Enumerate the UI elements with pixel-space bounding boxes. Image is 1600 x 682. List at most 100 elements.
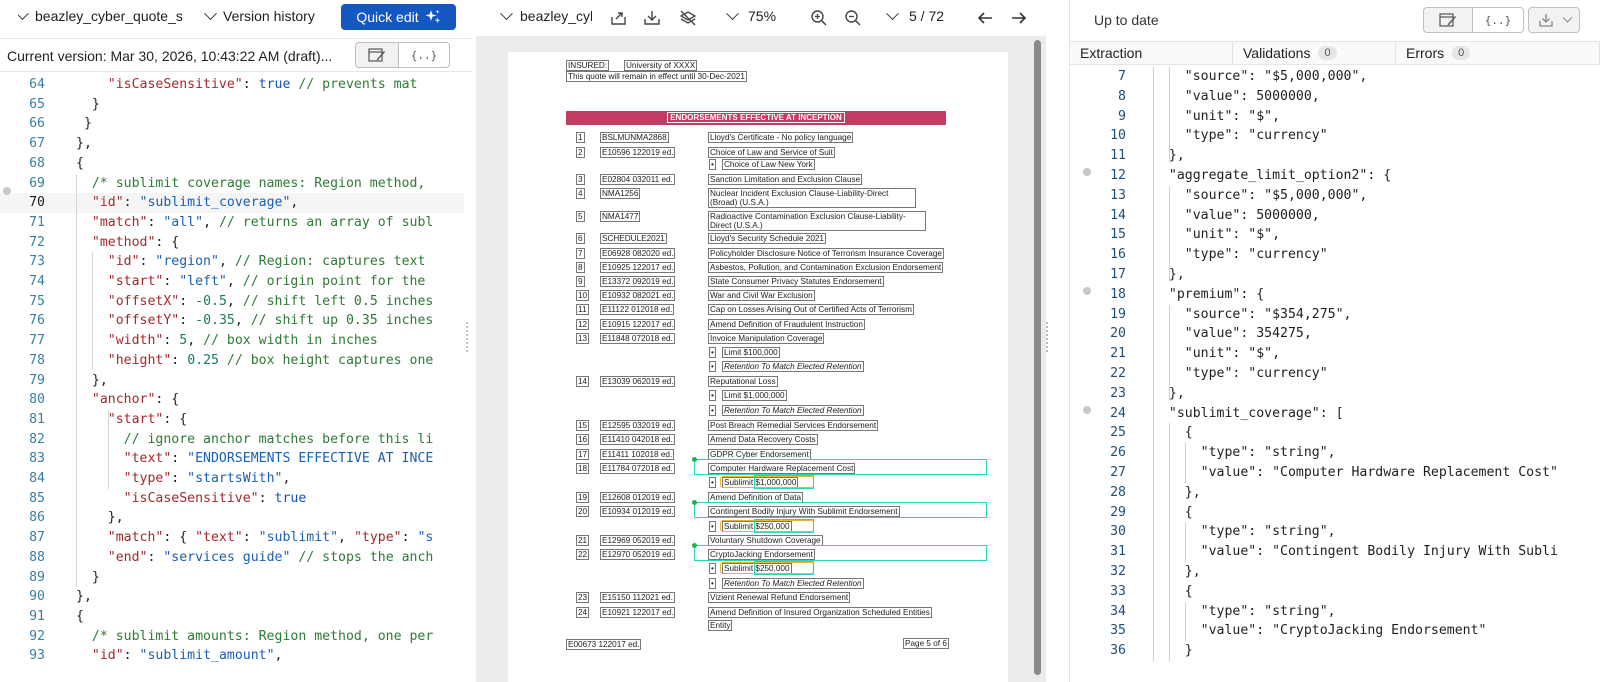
extraction-region-highlight[interactable] <box>694 545 987 561</box>
code-line: 86 }, <box>0 508 464 528</box>
footer-page-number: Page 5 of 6 <box>903 638 949 649</box>
download-icon <box>1538 14 1553 27</box>
json-text: "value": 354275, <box>1153 326 1312 342</box>
line-number: 8 <box>1118 88 1126 104</box>
json-line: 7 "source": "$5,000,000", <box>1070 67 1600 87</box>
file-name-dropdown[interactable]: beazley_cyber_quote_s <box>18 8 196 24</box>
indent-guide <box>108 409 109 489</box>
zoom-out-icon[interactable] <box>844 9 862 27</box>
endorsement-title: Limit $100,000 <box>722 347 780 358</box>
tab-extraction[interactable]: Extraction <box>1070 42 1233 64</box>
code-line: 69 /* sublimit coverage names: Region me… <box>0 174 464 194</box>
share-icon[interactable] <box>610 9 628 27</box>
code-line: 79 }, <box>0 371 464 391</box>
arrow-right-icon[interactable] <box>1010 9 1028 27</box>
json-line: 16 "type": "currency" <box>1070 245 1600 265</box>
code-text: "anchor": { <box>91 392 180 408</box>
zoom-in-icon[interactable] <box>810 9 828 27</box>
code-line: 78 "height": 0.25 // box height captures… <box>0 351 464 371</box>
json-line: 23 }, <box>1070 384 1600 404</box>
visual-view-toggle[interactable] <box>1423 7 1473 33</box>
page-dropdown[interactable]: 5 / 72 <box>886 6 944 24</box>
code-text: "isCaseSensitive": true // prevents mat <box>107 77 418 92</box>
endorsement-title: Lloyd's Certificate - No policy language <box>708 132 854 143</box>
result-tabs: Extraction Validations 0 Errors 0 <box>1070 41 1600 65</box>
visual-editor-toggle[interactable] <box>355 42 399 68</box>
viewer-scrollbar[interactable] <box>1034 40 1041 675</box>
line-number: 34 <box>1110 603 1126 619</box>
indent-guide <box>1169 67 1170 162</box>
hide-layers-icon[interactable] <box>679 9 697 27</box>
version-history-dropdown[interactable]: Version history <box>204 6 315 24</box>
code-text: } <box>76 116 92 132</box>
code-text: }, <box>76 136 92 152</box>
breakpoint-marker[interactable] <box>3 186 11 195</box>
line-number: 33 <box>1110 583 1126 599</box>
endorsement-number: 5 <box>576 211 585 222</box>
endorsement-code: E12595 032019 ed. <box>600 420 676 431</box>
fold-marker[interactable] <box>1083 405 1091 414</box>
indent-guide <box>1185 601 1186 642</box>
insured-label: INSURED: <box>566 60 610 71</box>
indent-guide <box>1169 423 1170 661</box>
endorsement-code: E10921 122017 ed. <box>600 607 676 618</box>
line-number: 87 <box>29 530 45 546</box>
endorsement-number: 19 <box>576 492 590 503</box>
endorsement-code: NMA1477 <box>600 211 641 222</box>
download-icon[interactable] <box>643 9 661 27</box>
export-dropdown[interactable] <box>1528 7 1580 33</box>
code-line: 68 { <box>0 154 464 174</box>
endorsement-number: 11 <box>576 304 589 315</box>
json-line: 31 "value": "Contingent Bodily Injury Wi… <box>1070 542 1600 562</box>
endorsement-code: E11848 072018 ed. <box>600 333 675 344</box>
code-text: { <box>76 608 84 624</box>
line-number: 13 <box>1110 187 1126 203</box>
code-view-toggle[interactable]: {..} <box>398 42 450 68</box>
json-text: "value": "CryptoJacking Endorsement" <box>1153 623 1487 639</box>
sublimit-amount-highlight[interactable] <box>754 561 814 575</box>
fold-marker[interactable] <box>1083 168 1091 176</box>
code-text: "id": "sublimit_amount", <box>91 648 283 664</box>
indent-guide <box>92 252 93 371</box>
tab-validations[interactable]: Validations 0 <box>1233 42 1396 64</box>
json-line: 11 }, <box>1070 146 1600 166</box>
endorsement-number: 10 <box>576 290 590 301</box>
endorsement-code: E06928 082020 ed. <box>600 248 676 259</box>
endorsement-title: Lloyd's Security Schedule 2021 <box>708 233 826 244</box>
json-text: "unit": "$", <box>1153 227 1281 243</box>
json-view-toggle[interactable]: {..} <box>1472 7 1524 33</box>
sublimit-amount-highlight[interactable] <box>754 475 814 489</box>
json-text: "unit": "$", <box>1153 108 1281 124</box>
quick-edit-button[interactable]: Quick edit <box>341 4 456 30</box>
endorsement-number: 3 <box>576 174 585 185</box>
json-text: "type": "currency" <box>1153 366 1328 381</box>
extraction-region-highlight[interactable] <box>694 459 987 475</box>
region-anchor-dot <box>692 457 697 462</box>
code-line: 70 "id": "sublimit_coverage", <box>0 193 464 213</box>
code-line: 72 "method": { <box>0 233 464 253</box>
code-editor[interactable]: 64 "isCaseSensitive": true // prevents m… <box>0 75 464 682</box>
endorsement-number: 1 <box>576 132 585 143</box>
document-name-dropdown[interactable]: beazley_cybe <box>500 6 592 24</box>
tab-errors[interactable]: Errors 0 <box>1396 42 1600 64</box>
line-number: 75 <box>29 293 45 309</box>
json-line: 35 "value": "CryptoJacking Endorsement" <box>1070 621 1600 641</box>
sublimit-amount-highlight[interactable] <box>754 519 814 533</box>
json-output-viewer[interactable]: 7 "source": "$5,000,000", 8 "value": 5000… <box>1070 67 1600 682</box>
left-resize-handle[interactable] <box>466 322 470 352</box>
json-line: 26 "type": "string", <box>1070 443 1600 463</box>
right-resize-handle[interactable] <box>1046 322 1050 352</box>
code-text: "start": { <box>107 411 188 427</box>
json-line: 13 "source": "$5,000,000", <box>1070 186 1600 206</box>
zoom-dropdown[interactable]: 75% <box>726 6 776 24</box>
json-line: 25 { <box>1070 423 1600 443</box>
config-editor-panel: beazley_cyber_quote_s Version history Qu… <box>0 0 472 682</box>
arrow-left-icon[interactable] <box>976 9 994 27</box>
endorsement-title: Amend Data Recovery Costs <box>708 434 818 445</box>
extraction-region-highlight[interactable] <box>694 502 987 518</box>
endorsement-number: 7 <box>576 248 585 259</box>
fold-marker[interactable] <box>1083 286 1091 295</box>
code-line: 64 "isCaseSensitive": true // prevents m… <box>0 75 464 95</box>
endorsement-code: E12969 052019 ed. <box>600 535 676 546</box>
code-text: "text": "ENDORSEMENTS EFFECTIVE AT INCE <box>123 451 434 467</box>
